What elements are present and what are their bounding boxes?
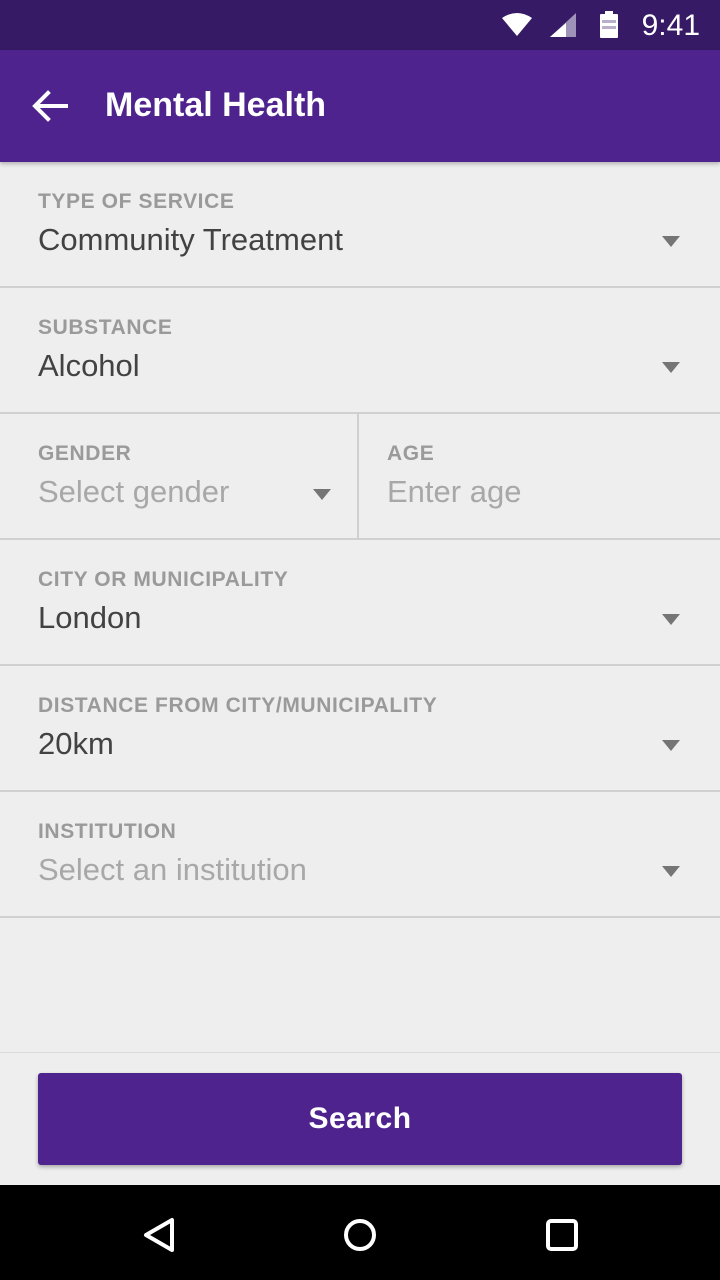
page-title: Mental Health: [105, 86, 327, 124]
institution-label: INSTITUTION: [38, 820, 177, 843]
substance-value: Alcohol: [38, 348, 140, 383]
wifi-icon: [502, 13, 532, 36]
dropdown-arrow-icon: [662, 866, 680, 877]
cell-signal-icon: [550, 13, 576, 37]
distance-value: 20km: [38, 726, 114, 761]
dropdown-arrow-icon: [662, 236, 680, 247]
search-form: TYPE OF SERVICE Community Treatment SUBS…: [0, 162, 720, 918]
nav-recents-icon[interactable]: [542, 1215, 582, 1255]
app-bar: Mental Health: [0, 50, 720, 162]
distance-label: DISTANCE FROM CITY/MUNICIPALITY: [38, 694, 438, 717]
dropdown-arrow-icon: [313, 489, 331, 500]
action-area: Search: [0, 1052, 720, 1186]
substance-label: SUBSTANCE: [38, 316, 173, 339]
age-field[interactable]: AGE Enter age: [359, 414, 720, 538]
city-value: London: [38, 600, 142, 635]
dropdown-arrow-icon: [662, 362, 680, 373]
arrow-back-icon[interactable]: [30, 86, 70, 126]
city-select[interactable]: CITY OR MUNICIPALITY London: [0, 540, 720, 666]
gender-label: GENDER: [38, 442, 132, 465]
status-bar: 9:41: [0, 0, 720, 50]
status-time: 9:41: [641, 9, 700, 42]
system-nav-bar: [0, 1185, 720, 1280]
substance-select[interactable]: SUBSTANCE Alcohol: [0, 288, 720, 414]
gender-age-row: GENDER Select gender AGE Enter age: [0, 414, 720, 540]
distance-select[interactable]: DISTANCE FROM CITY/MUNICIPALITY 20km: [0, 666, 720, 792]
dropdown-arrow-icon: [662, 740, 680, 751]
city-label: CITY OR MUNICIPALITY: [38, 568, 289, 591]
search-button[interactable]: Search: [38, 1073, 682, 1165]
type-of-service-value: Community Treatment: [38, 222, 343, 257]
nav-back-icon[interactable]: [140, 1215, 180, 1255]
institution-select[interactable]: INSTITUTION Select an institution: [0, 792, 720, 918]
gender-placeholder: Select gender: [38, 474, 230, 509]
battery-icon: [600, 11, 618, 38]
dropdown-arrow-icon: [662, 614, 680, 625]
age-placeholder: Enter age: [387, 474, 522, 509]
age-label: AGE: [387, 442, 435, 465]
type-of-service-label: TYPE OF SERVICE: [38, 190, 235, 213]
type-of-service-select[interactable]: TYPE OF SERVICE Community Treatment: [0, 162, 720, 288]
gender-select[interactable]: GENDER Select gender: [0, 414, 359, 538]
institution-placeholder: Select an institution: [38, 852, 307, 887]
nav-home-icon[interactable]: [340, 1215, 380, 1255]
